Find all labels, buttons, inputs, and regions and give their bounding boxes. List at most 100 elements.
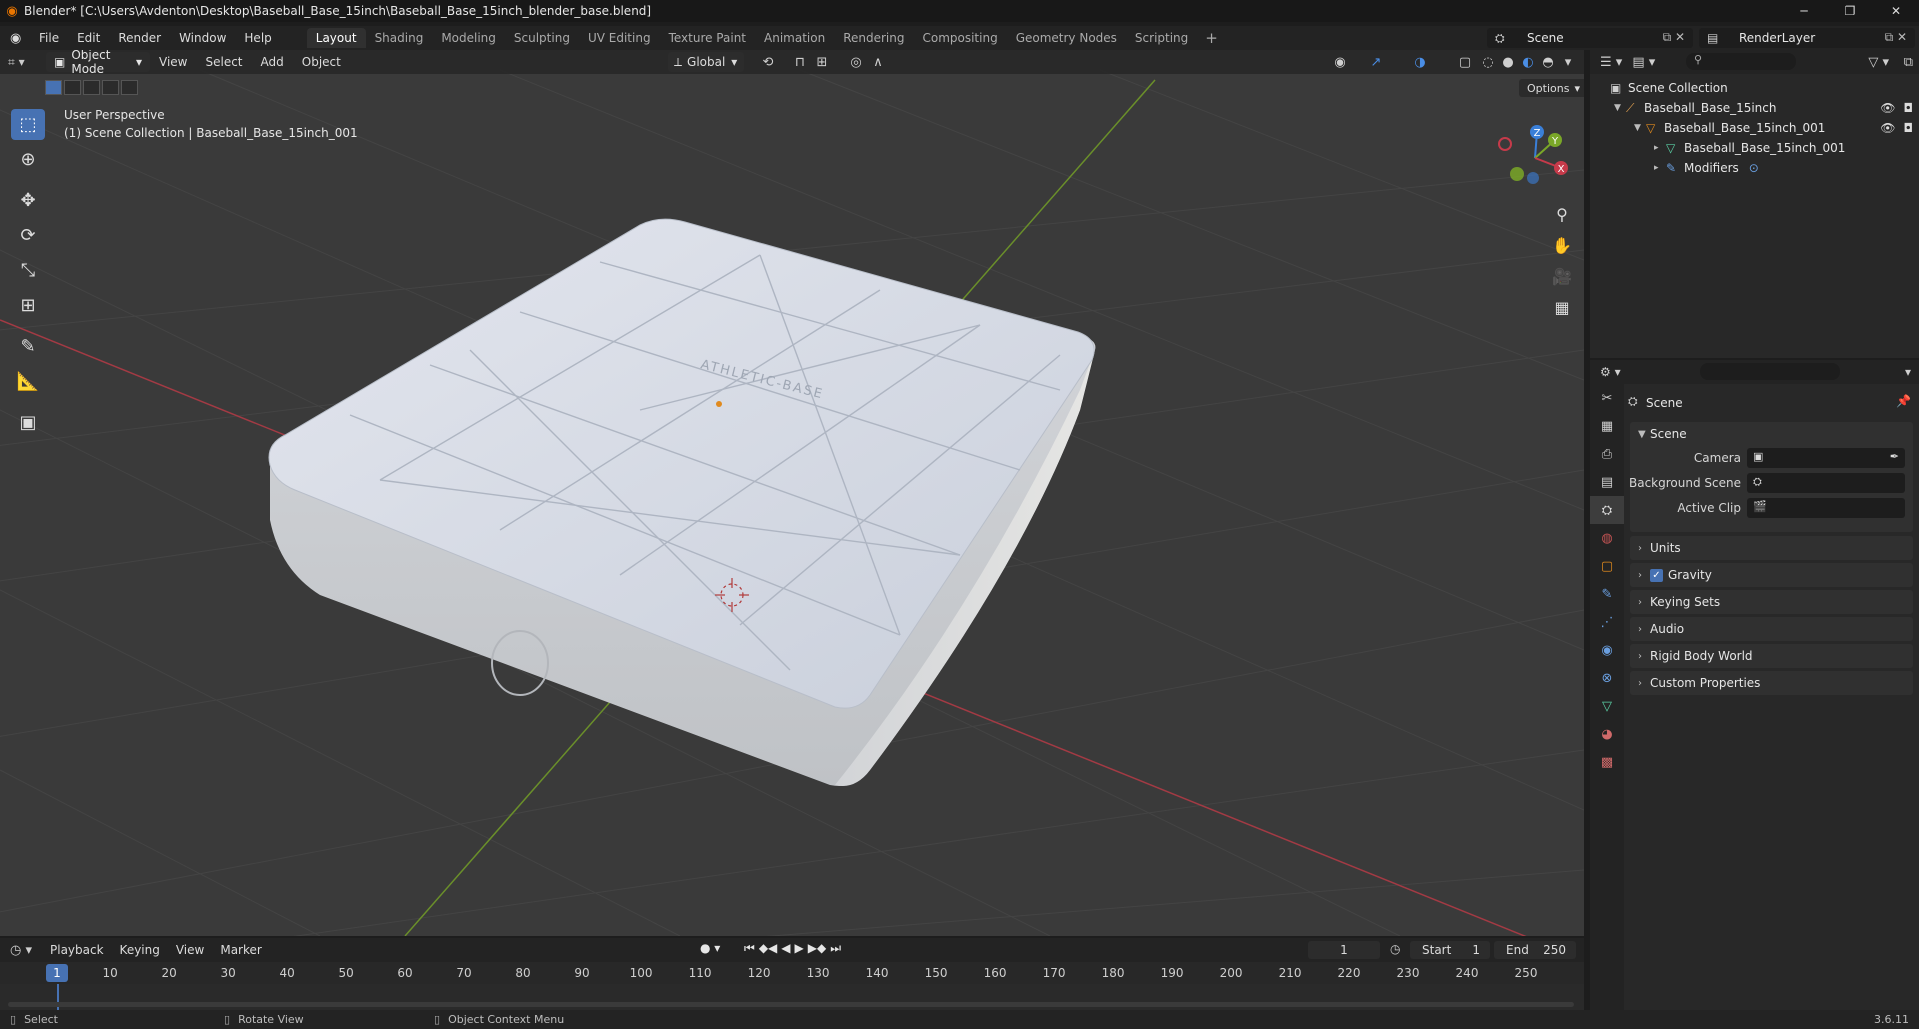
tab-modeling[interactable]: Modeling — [432, 28, 505, 48]
transform-orientation-dropdown[interactable]: ⟂ Global ▾ — [668, 52, 744, 72]
tab-geometry-nodes[interactable]: Geometry Nodes — [1007, 28, 1126, 48]
timeline-menu-view[interactable]: View — [168, 943, 212, 957]
camera-view-icon[interactable]: 🎥 — [1548, 262, 1576, 290]
object-mode-dropdown[interactable]: ▣ Object Mode ▾ — [46, 50, 150, 76]
select-intersect-icon[interactable] — [121, 80, 138, 95]
new-collection-icon[interactable]: ⧉ — [1904, 55, 1913, 70]
select-box-tool-icon[interactable]: ⬚ — [11, 109, 45, 140]
options-dropdown[interactable]: Options ▾ — [1519, 79, 1584, 97]
outliner-root-row[interactable]: ▣ Scene Collection — [1610, 78, 1728, 98]
preview-range-icon[interactable]: ◷ — [1390, 942, 1400, 956]
units-panel[interactable]: › Units — [1630, 536, 1913, 560]
view-layer-new-icon[interactable]: ⧉ ✕ — [1885, 30, 1907, 45]
jump-end-icon[interactable]: ⏭ — [830, 941, 841, 956]
outliner-row[interactable]: ▼ ⟋ Baseball_Base_15inch 👁 ◘ — [1614, 98, 1919, 118]
tab-animation[interactable]: Animation — [755, 28, 834, 48]
timeline-menu-keying[interactable]: Keying — [112, 943, 168, 957]
scale-tool-icon[interactable]: ⤡ — [11, 255, 45, 286]
minimize-button[interactable]: ─ — [1781, 0, 1827, 22]
snap-target-icon[interactable]: ⊞ — [812, 53, 832, 71]
pan-hand-icon[interactable]: ✋ — [1548, 231, 1576, 259]
close-button[interactable]: ✕ — [1873, 0, 1919, 22]
modifier-tab-icon[interactable]: ✎ — [1590, 580, 1624, 608]
shading-wireframe-icon[interactable]: ◌ — [1478, 53, 1498, 71]
start-frame-field[interactable]: Start 1 — [1410, 941, 1490, 959]
viewport-scene[interactable]: ATHLETIC-BASE — [0, 50, 1584, 936]
tab-sculpting[interactable]: Sculpting — [505, 28, 579, 48]
texture-tab-icon[interactable]: ▩ — [1590, 748, 1624, 776]
data-tab-icon[interactable]: ▽ — [1590, 692, 1624, 720]
expand-triangle-icon[interactable]: ▸ — [1654, 143, 1666, 153]
eye-icon[interactable]: 👁 — [1880, 101, 1895, 115]
tab-scripting[interactable]: Scripting — [1126, 28, 1197, 48]
constraints-tab-icon[interactable]: ⊗ — [1590, 664, 1624, 692]
timeline-editor-type-icon[interactable]: ◷ ▾ — [10, 943, 42, 958]
tab-uv-editing[interactable]: UV Editing — [579, 28, 660, 48]
gizmo-toggle-icon[interactable]: ↗ — [1366, 53, 1386, 71]
tab-compositing[interactable]: Compositing — [913, 28, 1006, 48]
shading-options-icon[interactable]: ▾ — [1558, 53, 1578, 71]
rotate-tool-icon[interactable]: ⟳ — [11, 220, 45, 251]
select-subtract-icon[interactable] — [83, 80, 100, 95]
editor-type-icon[interactable]: ⌗ ▾ — [8, 52, 44, 72]
visibility-icon[interactable]: ◉ — [1330, 53, 1350, 71]
gizmo-neg-z-icon[interactable] — [1527, 172, 1539, 184]
menu-help[interactable]: Help — [235, 31, 280, 45]
timeline-menu-playback[interactable]: Playback — [42, 943, 112, 957]
active-clip-field[interactable]: 🎬 — [1747, 498, 1905, 518]
output-tab-icon[interactable]: ⎙ — [1590, 440, 1624, 468]
world-tab-icon[interactable]: ◍ — [1590, 524, 1624, 552]
outliner-row[interactable]: ▼ ▽ Baseball_Base_15inch_001 👁 ◘ — [1634, 118, 1919, 138]
xray-toggle-icon[interactable]: ▢ — [1455, 53, 1475, 71]
camera-field[interactable]: ▣ ✒ — [1747, 448, 1905, 468]
camera-icon[interactable]: ◘ — [1904, 101, 1914, 115]
gizmo-neg-x-icon[interactable] — [1498, 137, 1512, 151]
scene-panel-header[interactable]: ▼ Scene — [1630, 422, 1913, 446]
viewport-menu-object[interactable]: Object — [293, 55, 350, 69]
timeline-scrollbar[interactable] — [8, 1002, 1574, 1007]
perspective-grid-icon[interactable]: ▦ — [1548, 293, 1576, 321]
outliner-search-input[interactable]: ⚲ — [1686, 53, 1796, 70]
prev-keyframe-icon[interactable]: ◆◀ — [759, 941, 777, 956]
expand-triangle-icon[interactable]: ▼ — [1634, 123, 1646, 133]
select-extend-icon[interactable] — [64, 80, 81, 95]
scene-tab-icon[interactable]: ⛭ — [1590, 496, 1624, 524]
measure-tool-icon[interactable]: 📐 — [11, 366, 45, 397]
rigid-body-world-panel[interactable]: › Rigid Body World — [1630, 644, 1913, 668]
view-layer-tab-icon[interactable]: ▤ — [1590, 468, 1624, 496]
properties-options-icon[interactable]: ▾ — [1905, 365, 1911, 379]
viewport-menu-add[interactable]: Add — [252, 55, 293, 69]
render-tab-icon[interactable]: ▦ — [1590, 412, 1624, 440]
play-reverse-icon[interactable]: ◀ — [781, 941, 790, 956]
camera-icon[interactable]: ◘ — [1904, 121, 1914, 135]
audio-panel[interactable]: › Audio — [1630, 617, 1913, 641]
eyedropper-icon[interactable]: ✒ — [1890, 450, 1899, 463]
view-layer-selector[interactable]: ▤ RenderLayer ⧉ ✕ — [1699, 28, 1915, 48]
add-workspace-button[interactable]: + — [1197, 29, 1226, 47]
viewport-menu-select[interactable]: Select — [196, 55, 251, 69]
blender-menu-icon[interactable]: ◉ — [10, 31, 30, 46]
timeline-menu-marker[interactable]: Marker — [212, 943, 269, 957]
play-icon[interactable]: ▶ — [795, 941, 804, 956]
eye-icon[interactable]: 👁 — [1880, 121, 1895, 135]
select-new-icon[interactable] — [45, 80, 62, 95]
material-tab-icon[interactable]: ◕ — [1590, 720, 1624, 748]
timeline-ruler[interactable]: 1 10 20 30 40 50 60 70 80 90 100 110 120 130 140 150 160… — [0, 962, 1584, 984]
physics-tab-icon[interactable]: ◉ — [1590, 636, 1624, 664]
maximize-button[interactable]: ❐ — [1827, 0, 1873, 22]
tab-layout[interactable]: Layout — [306, 28, 366, 48]
jump-start-icon[interactable]: ⏮ — [744, 941, 755, 956]
pin-icon[interactable]: 📌 — [1896, 394, 1911, 408]
gravity-panel[interactable]: › ✓ Gravity — [1630, 563, 1913, 587]
outliner-display-mode-icon[interactable]: ▤ ▾ — [1632, 55, 1655, 70]
current-frame-marker[interactable]: 1 — [46, 964, 68, 982]
pivot-point-icon[interactable]: ⟲ — [758, 53, 778, 71]
shading-solid-icon[interactable]: ● — [1498, 53, 1518, 71]
filter-icon[interactable]: ▽ ▾ — [1868, 55, 1889, 70]
end-frame-field[interactable]: End 250 — [1494, 941, 1576, 959]
navigation-gizmo[interactable]: Z Y X — [1495, 116, 1575, 196]
menu-file[interactable]: File — [30, 31, 68, 45]
tab-texture-paint[interactable]: Texture Paint — [660, 28, 755, 48]
keying-sets-panel[interactable]: › Keying Sets — [1630, 590, 1913, 614]
current-frame-field[interactable]: 1 — [1308, 941, 1380, 959]
